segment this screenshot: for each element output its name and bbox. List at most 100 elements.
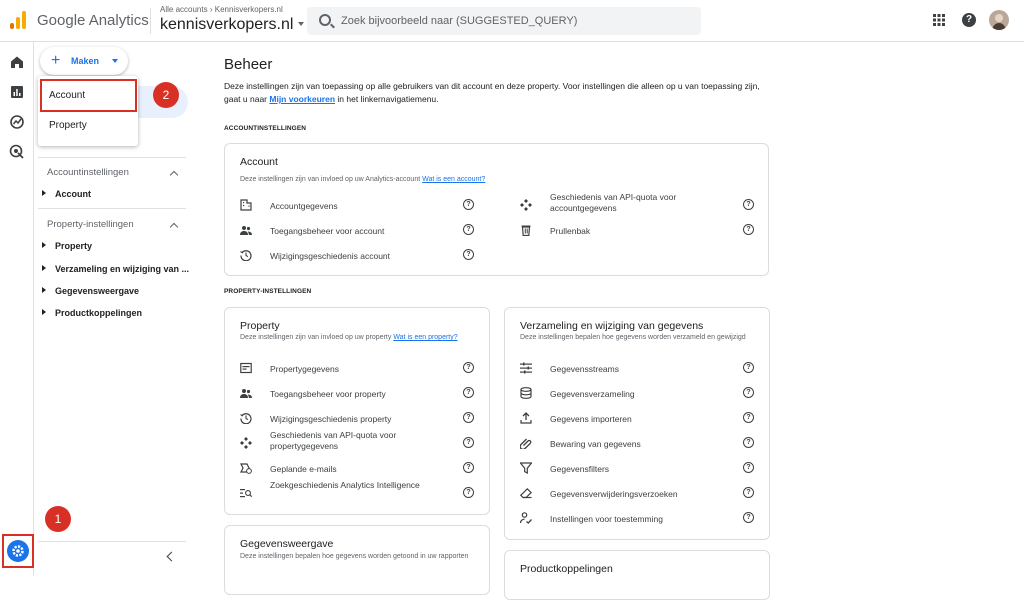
- analytics-logo[interactable]: [10, 11, 26, 29]
- account-name[interactable]: kennisverkopers.nl: [160, 15, 304, 35]
- card-description: Deze instellingen bepalen hoe gegevens w…: [240, 553, 469, 560]
- help-icon[interactable]: ?: [743, 224, 754, 235]
- breadcrumb-root: Alle accounts: [160, 5, 208, 14]
- help-icon[interactable]: ?: [743, 437, 754, 448]
- collection-row[interactable]: Bewaring van gegevens?: [519, 433, 760, 453]
- chevron-down-icon: [112, 59, 118, 63]
- row-label: Geschiedenis van API-quota voor property…: [270, 430, 397, 451]
- home-icon[interactable]: [9, 54, 25, 70]
- row-account-history[interactable]: Wijzigingsgeschiedenis account ?: [240, 245, 480, 265]
- menu-item-property[interactable]: Property: [38, 111, 138, 141]
- help-icon[interactable]: ?: [743, 362, 754, 373]
- property-row[interactable]: Geplande e-mails?: [240, 458, 480, 478]
- help-icon[interactable]: ?: [463, 362, 474, 373]
- row-account-access[interactable]: Toegangsbeheer voor account ?: [240, 220, 480, 240]
- help-icon[interactable]: ?: [743, 387, 754, 398]
- collection-row[interactable]: Instellingen voor toestemming?: [519, 508, 760, 528]
- help-icon[interactable]: ?: [463, 437, 474, 448]
- breadcrumb-account: Kennisverkopers.nl: [214, 5, 283, 14]
- search-input[interactable]: [341, 12, 681, 30]
- row-account-details[interactable]: Accountgegevens ?: [240, 195, 480, 215]
- nav-item-property[interactable]: Property: [42, 241, 92, 251]
- row-account-api-quota[interactable]: Geschiedenis van API-quota voor accountg…: [520, 192, 760, 215]
- main-content: Beheer Deze instellingen zijn van toepas…: [194, 42, 1024, 600]
- history-icon: [240, 249, 252, 262]
- help-icon[interactable]: ?: [743, 199, 754, 210]
- row-trash[interactable]: Prullenbak ?: [520, 220, 760, 240]
- property-row[interactable]: Geschiedenis van API-quota voor property…: [240, 430, 480, 453]
- what-is-property-link[interactable]: Wat is een property?: [393, 334, 457, 341]
- search-icon: [319, 14, 331, 26]
- help-icon[interactable]: ?: [463, 249, 474, 260]
- help-icon[interactable]: ?: [463, 462, 474, 473]
- product-links-card: Productkoppelingen: [504, 550, 770, 600]
- property-row[interactable]: Wijzigingsgeschiedenis property?: [240, 408, 480, 428]
- account-picker[interactable]: Alle accounts › Kennisverkopers.nl kenni…: [160, 5, 304, 35]
- help-icon[interactable]: ?: [463, 412, 474, 423]
- help-icon[interactable]: ?: [463, 199, 474, 210]
- collection-row[interactable]: Gegevensverzameling?: [520, 383, 760, 403]
- what-is-account-link[interactable]: Wat is een account?: [422, 176, 485, 183]
- row-label: Accountgegevens: [270, 201, 338, 211]
- help-icon[interactable]: ?: [463, 387, 474, 398]
- property-row[interactable]: Propertygegevens?: [240, 358, 480, 378]
- row-label: Gegevensfilters: [550, 464, 610, 474]
- people-icon: [240, 387, 252, 399]
- breadcrumb-separator: ›: [209, 5, 213, 14]
- admin-highlight-box: [2, 534, 34, 568]
- card-description: Deze instellingen bepalen hoe gegevens w…: [520, 334, 746, 341]
- help-icon[interactable]: ?: [962, 13, 976, 27]
- collection-row[interactable]: Gegevens importeren?: [520, 408, 760, 428]
- people-icon: [240, 224, 252, 236]
- nav-item-data-collection[interactable]: Verzameling en wijziging van ...: [42, 264, 189, 274]
- row-label: Gegevens importeren: [550, 414, 632, 424]
- reports-icon[interactable]: [9, 84, 25, 100]
- row-label: Gegevensstreams: [550, 364, 619, 374]
- help-icon[interactable]: ?: [743, 412, 754, 423]
- row-label: Gegevensverzameling: [550, 389, 635, 399]
- apps-grid-icon[interactable]: [933, 13, 945, 26]
- nav-item-label: Account: [55, 189, 91, 199]
- help-icon[interactable]: ?: [743, 487, 754, 498]
- explore-icon[interactable]: [9, 114, 25, 130]
- account-card: Account Deze instellingen zijn van invlo…: [224, 143, 769, 276]
- nav-item-account[interactable]: Account: [42, 189, 91, 199]
- retention-icon: [519, 437, 532, 450]
- account-name-text: kennisverkopers.nl: [160, 16, 294, 33]
- card-description: Deze instellingen zijn van invloed op uw…: [240, 332, 475, 343]
- section-account-settings[interactable]: Accountinstellingen: [47, 167, 129, 178]
- create-button[interactable]: + Maken: [40, 47, 128, 75]
- chevron-up-icon[interactable]: [169, 222, 179, 232]
- nav-item-product-links[interactable]: Productkoppelingen: [42, 308, 142, 318]
- consent-icon: [519, 512, 532, 524]
- card-title: Account: [240, 156, 278, 168]
- advertising-icon[interactable]: [9, 144, 25, 160]
- row-label: Propertygegevens: [270, 364, 339, 374]
- nav-item-data-display[interactable]: Gegevensweergave: [42, 286, 139, 296]
- property-row[interactable]: Toegangsbeheer voor property?: [240, 383, 480, 403]
- database-icon: [520, 387, 532, 399]
- avatar[interactable]: [989, 10, 1009, 30]
- divider: [38, 208, 186, 209]
- help-icon[interactable]: ?: [463, 487, 474, 498]
- api-icon: [520, 199, 532, 211]
- chevron-up-icon[interactable]: [169, 170, 179, 180]
- help-icon[interactable]: ?: [463, 224, 474, 235]
- help-icon[interactable]: ?: [743, 512, 754, 523]
- property-row[interactable]: Zoekgeschiedenis Analytics Intelligence?: [240, 480, 480, 503]
- my-preferences-link[interactable]: Mijn voorkeuren: [269, 94, 335, 104]
- search-bar[interactable]: [307, 7, 701, 35]
- data-collection-card: Verzameling en wijziging van gegevens De…: [504, 307, 770, 540]
- collection-row[interactable]: Gegevensverwijderingsverzoeken?: [519, 483, 760, 503]
- collection-row[interactable]: Gegevensstreams?: [520, 358, 760, 378]
- breadcrumb: Alle accounts › Kennisverkopers.nl: [160, 5, 304, 15]
- card-title: Verzameling en wijziging van gegevens: [520, 320, 704, 332]
- collection-row[interactable]: Gegevensfilters?: [519, 458, 760, 478]
- caret-right-icon: [42, 287, 46, 293]
- help-icon[interactable]: ?: [743, 462, 754, 473]
- upload-icon: [520, 412, 532, 424]
- intro-text-suffix: in het linkernavigatiemenu.: [335, 94, 439, 104]
- card-description-text: Deze instellingen zijn van invloed op uw…: [240, 176, 423, 183]
- plus-icon: +: [51, 52, 61, 69]
- section-property-settings[interactable]: Property-instellingen: [47, 219, 134, 230]
